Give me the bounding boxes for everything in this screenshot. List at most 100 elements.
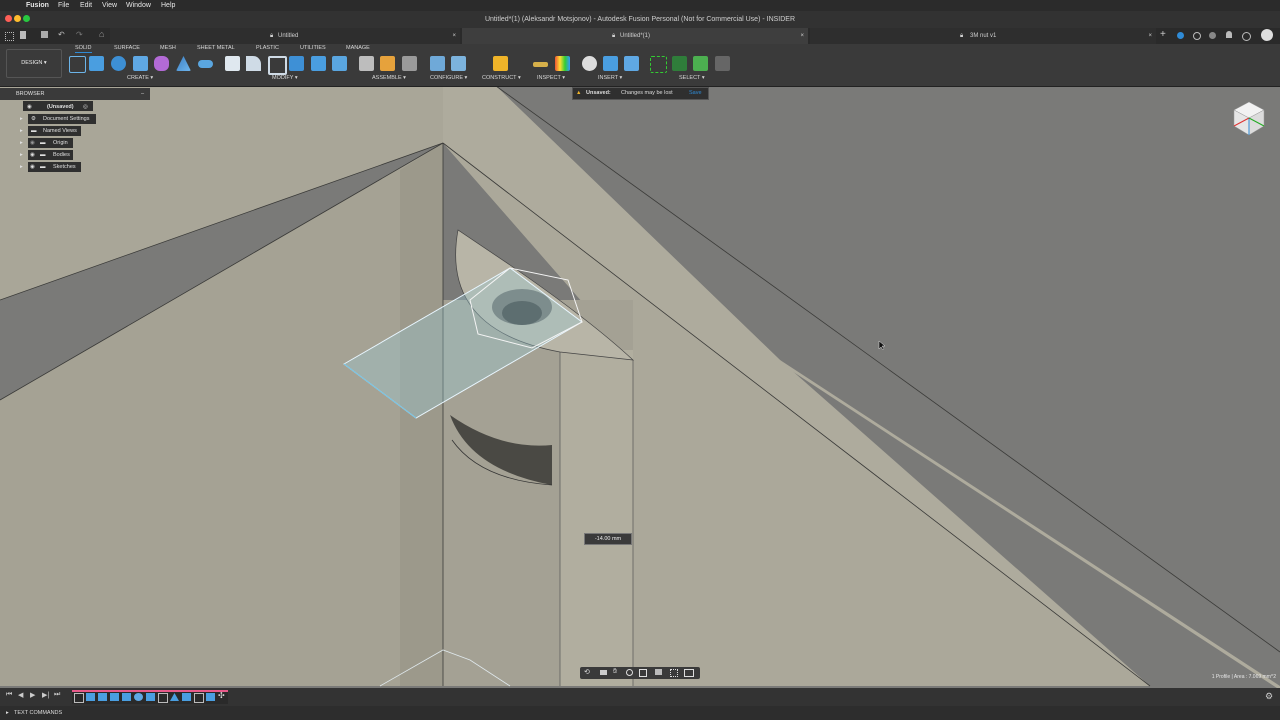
menu-view[interactable]: View	[102, 0, 117, 11]
pipe-icon[interactable]	[198, 60, 213, 68]
tab-untitled[interactable]: 🔒︎ Untitled ×	[110, 28, 460, 44]
sync-icon[interactable]	[1193, 32, 1201, 40]
insert-derive-icon[interactable]	[582, 56, 597, 71]
viewports-icon[interactable]	[684, 669, 694, 677]
combine-icon[interactable]	[289, 56, 304, 71]
pan-icon[interactable]: ✋︎	[613, 668, 617, 676]
timeline-play-icon[interactable]: ▶	[30, 691, 35, 699]
timeline-feature-extrude-icon[interactable]	[182, 693, 191, 701]
insert-text-icon[interactable]	[603, 56, 618, 71]
configure-table-icon[interactable]	[451, 56, 466, 71]
close-window-button[interactable]	[5, 15, 12, 22]
group-configure[interactable]: CONFIGURE ▾	[430, 75, 467, 82]
expand-icon[interactable]: ▸	[20, 149, 23, 161]
tab-plastic[interactable]: PLASTIC	[256, 44, 279, 52]
job-status-icon[interactable]	[1177, 32, 1184, 39]
joint-icon[interactable]	[359, 56, 374, 71]
close-icon[interactable]: ×	[452, 28, 456, 44]
group-modify[interactable]: MODIFY ▾	[272, 75, 298, 82]
text-commands-bar[interactable]: ▸ TEXT COMMANDS	[0, 706, 1280, 720]
extrude-icon[interactable]	[89, 56, 104, 71]
help-icon[interactable]	[1242, 32, 1251, 41]
tab-untitled-1[interactable]: 🔒︎ Untitled*(1) ×	[462, 28, 808, 44]
viewport[interactable]	[0, 86, 1280, 688]
dimension-input[interactable]: -14.00 mm	[584, 533, 632, 545]
close-icon[interactable]: ×	[1148, 28, 1152, 44]
tab-sheet-metal[interactable]: SHEET METAL	[197, 44, 235, 52]
press-pull-icon[interactable]	[225, 56, 240, 71]
tab-utilities[interactable]: UTILITIES	[300, 44, 326, 52]
browser-root[interactable]: ◉ (Unsaved) ◎	[0, 101, 150, 113]
group-assemble[interactable]: ASSEMBLE ▾	[372, 75, 406, 82]
user-avatar[interactable]	[1261, 29, 1273, 41]
select-body-icon[interactable]	[672, 56, 687, 71]
hole-icon[interactable]	[133, 56, 148, 71]
group-inspect[interactable]: INSPECT ▾	[537, 75, 565, 82]
measure-icon[interactable]	[533, 62, 548, 67]
timeline-feature-extrude-icon[interactable]	[98, 693, 107, 701]
tab-surface[interactable]: SURFACE	[114, 44, 140, 52]
scale-icon[interactable]	[311, 56, 326, 71]
eye-icon[interactable]: ◉	[30, 149, 35, 161]
split-body-icon[interactable]	[332, 56, 347, 71]
menu-edit[interactable]: Edit	[80, 0, 92, 11]
redo-icon[interactable]: ↷	[76, 30, 83, 39]
timeline-feature-extrude-icon[interactable]	[146, 693, 155, 701]
view-cube-icon[interactable]	[1228, 98, 1270, 140]
tab-mesh[interactable]: MESH	[160, 44, 176, 52]
tab-manage[interactable]: MANAGE	[346, 44, 370, 52]
timeline-feature-hole-icon[interactable]	[134, 693, 143, 701]
grid-settings-icon[interactable]	[670, 669, 678, 677]
select-box-icon[interactable]	[650, 56, 667, 73]
menu-help[interactable]: Help	[161, 0, 175, 11]
offset-plane-icon[interactable]	[493, 56, 508, 71]
browser-item-named-views[interactable]: ▸ ▬ Named Views	[0, 125, 150, 137]
timeline-feature-sketch-icon[interactable]	[74, 693, 84, 703]
collapse-icon[interactable]: –	[141, 88, 144, 100]
revolve-icon[interactable]	[111, 56, 126, 71]
timeline-end-icon[interactable]: ⏭︎	[54, 691, 60, 699]
group-construct[interactable]: CONSTRUCT ▾	[482, 75, 521, 82]
timeline-prev-icon[interactable]: ◀	[18, 691, 23, 699]
timeline-feature-sketch-icon[interactable]	[194, 693, 204, 703]
save-button[interactable]: Save	[689, 88, 702, 99]
home-icon[interactable]: ⌂	[99, 29, 104, 39]
save-icon[interactable]	[41, 31, 48, 38]
expand-icon[interactable]: ▸	[20, 125, 23, 137]
motion-link-icon[interactable]	[402, 56, 417, 71]
undo-icon[interactable]: ↶	[58, 30, 65, 39]
configure-icon[interactable]	[430, 56, 445, 71]
eye-icon[interactable]: ◉	[30, 137, 35, 149]
expand-icon[interactable]: ▸	[20, 161, 23, 173]
eye-icon[interactable]: ◉	[27, 101, 32, 113]
new-tab-icon[interactable]: +	[1160, 29, 1166, 40]
timeline-feature-extrude-icon[interactable]	[86, 693, 95, 701]
group-create[interactable]: CREATE ▾	[127, 75, 153, 82]
timeline-feature-sketch-icon[interactable]	[158, 693, 168, 703]
timeline-marker-icon[interactable]: ✣	[218, 691, 225, 700]
workspace-switcher[interactable]: DESIGN ▾	[6, 49, 62, 78]
notifications-icon[interactable]	[1226, 31, 1232, 38]
expand-icon[interactable]: ▸	[20, 137, 23, 149]
timeline-feature-extrude-icon[interactable]	[122, 693, 131, 701]
timeline-feature-extrude-icon[interactable]	[206, 693, 215, 701]
select-filter-icon[interactable]	[715, 56, 730, 71]
shell-icon[interactable]	[268, 56, 287, 75]
timeline-next-icon[interactable]: ▶|	[42, 691, 49, 699]
insert-image-icon[interactable]	[624, 56, 639, 71]
eye-icon[interactable]: ◉	[30, 161, 35, 173]
form-icon[interactable]	[154, 56, 169, 71]
radio-icon[interactable]: ◎	[83, 101, 88, 113]
timeline-feature-extrude-icon[interactable]	[110, 693, 119, 701]
menu-app-name[interactable]: Fusion	[26, 0, 49, 11]
menu-file[interactable]: File	[58, 0, 69, 11]
expand-icon[interactable]: ▸	[6, 706, 9, 720]
file-menu-icon[interactable]	[20, 31, 26, 39]
zoom-window-button[interactable]	[23, 15, 30, 22]
analysis-icon[interactable]	[555, 56, 570, 71]
browser-item-bodies[interactable]: ▸ ◉ ▬ Bodies	[0, 149, 150, 161]
display-settings-icon[interactable]	[655, 669, 662, 675]
group-select[interactable]: SELECT ▾	[679, 75, 705, 82]
grid-icon[interactable]	[5, 32, 14, 41]
tab-solid[interactable]: SOLID	[75, 44, 92, 53]
